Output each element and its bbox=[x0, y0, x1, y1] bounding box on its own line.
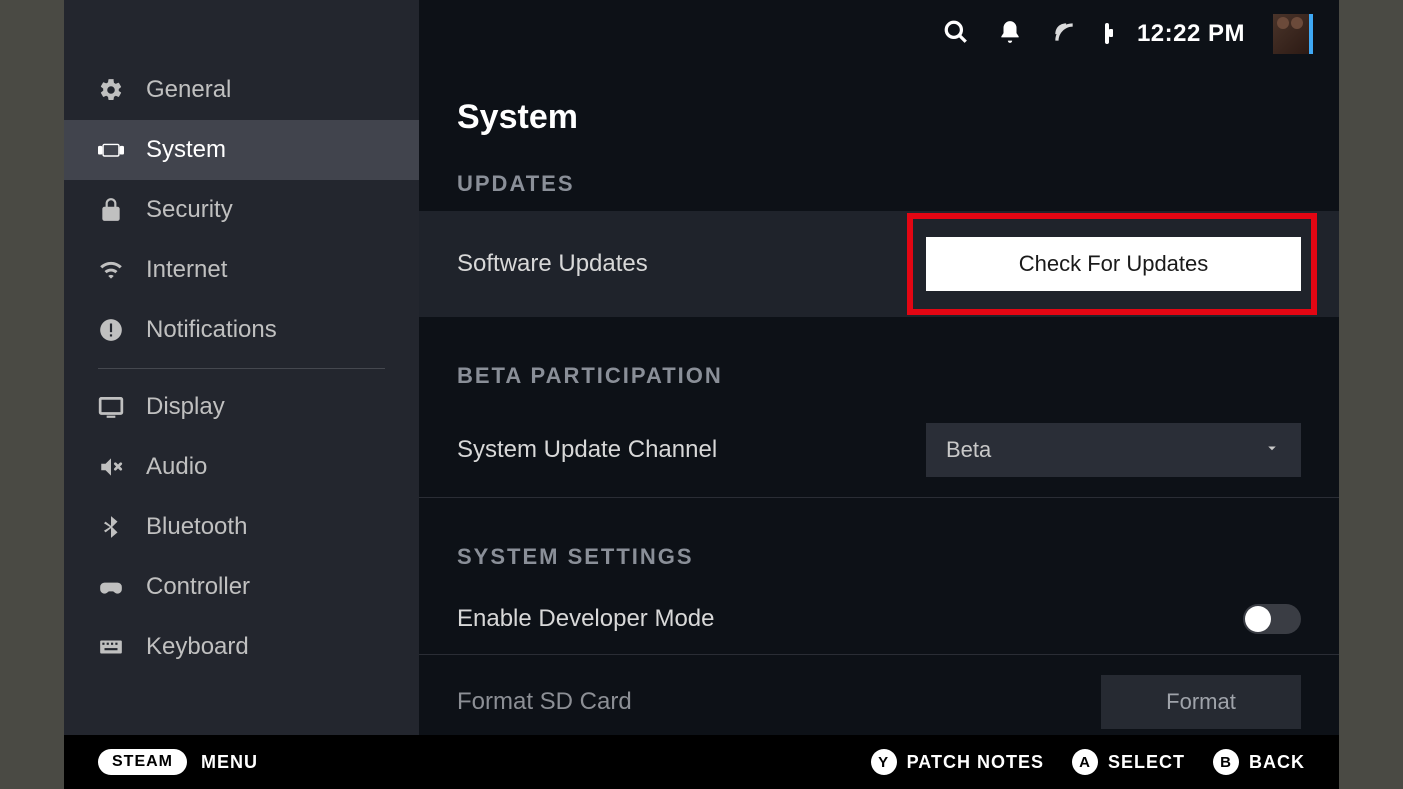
page-title: System bbox=[419, 68, 1339, 159]
display-icon bbox=[98, 394, 124, 420]
format-sd-label: Format SD Card bbox=[457, 688, 632, 716]
clock: 12:22 PM bbox=[1137, 20, 1245, 48]
section-header-system-settings: SYSTEM SETTINGS bbox=[419, 532, 1339, 584]
sidebar-item-notifications[interactable]: Notifications bbox=[64, 300, 419, 360]
audio-muted-icon bbox=[98, 454, 124, 480]
battery-icon bbox=[1105, 25, 1109, 43]
sidebar-item-bluetooth[interactable]: Bluetooth bbox=[64, 497, 419, 557]
sidebar-item-audio[interactable]: Audio bbox=[64, 437, 419, 497]
bluetooth-icon bbox=[98, 514, 124, 540]
sidebar-item-label: General bbox=[146, 76, 231, 104]
b-action[interactable]: B BACK bbox=[1213, 749, 1305, 775]
sidebar-item-label: Bluetooth bbox=[146, 513, 247, 541]
settings-sidebar: General System Security Internet bbox=[64, 0, 419, 735]
sidebar-item-label: System bbox=[146, 136, 226, 164]
sidebar-item-system[interactable]: System bbox=[64, 120, 419, 180]
y-action-label: PATCH NOTES bbox=[907, 752, 1044, 773]
steamdeck-icon bbox=[98, 137, 124, 163]
a-action-label: SELECT bbox=[1108, 752, 1185, 773]
menu-label: MENU bbox=[201, 752, 258, 773]
row-software-updates: Software Updates Check For Updates bbox=[419, 211, 1339, 317]
software-updates-label: Software Updates bbox=[457, 250, 648, 278]
developer-mode-toggle[interactable] bbox=[1243, 604, 1301, 634]
steam-deck-settings-screen: General System Security Internet bbox=[64, 0, 1339, 789]
developer-mode-label: Enable Developer Mode bbox=[457, 605, 715, 633]
y-button-icon: Y bbox=[871, 749, 897, 775]
section-header-updates: UPDATES bbox=[419, 159, 1339, 211]
keyboard-icon bbox=[98, 634, 124, 660]
footer-right: Y PATCH NOTES A SELECT B BACK bbox=[871, 749, 1305, 775]
content-pane: 12:22 PM System UPDATES Software Updates… bbox=[419, 0, 1339, 735]
main-area: General System Security Internet bbox=[64, 0, 1339, 735]
search-icon[interactable] bbox=[943, 19, 969, 50]
format-sd-button[interactable]: Format bbox=[1101, 675, 1301, 729]
sidebar-item-label: Audio bbox=[146, 453, 207, 481]
sidebar-item-label: Security bbox=[146, 196, 233, 224]
controller-icon bbox=[98, 574, 124, 600]
sidebar-item-label: Notifications bbox=[146, 316, 277, 344]
sidebar-item-internet[interactable]: Internet bbox=[64, 240, 419, 300]
gear-icon bbox=[98, 77, 124, 103]
update-channel-value: Beta bbox=[946, 437, 991, 463]
network-icon[interactable] bbox=[1051, 19, 1077, 50]
sidebar-item-security[interactable]: Security bbox=[64, 180, 419, 240]
lock-icon bbox=[98, 197, 124, 223]
chevron-down-icon bbox=[1263, 437, 1281, 463]
check-for-updates-button[interactable]: Check For Updates bbox=[926, 237, 1301, 291]
a-button-icon: A bbox=[1072, 749, 1098, 775]
action-footer: STEAM MENU Y PATCH NOTES A SELECT B BACK bbox=[64, 735, 1339, 789]
row-update-channel: System Update Channel Beta bbox=[419, 403, 1339, 498]
a-action[interactable]: A SELECT bbox=[1072, 749, 1185, 775]
sidebar-item-label: Display bbox=[146, 393, 225, 421]
avatar[interactable] bbox=[1273, 14, 1313, 54]
sidebar-item-display[interactable]: Display bbox=[64, 377, 419, 437]
sidebar-divider bbox=[98, 368, 385, 369]
row-format-sd: Format SD Card Format bbox=[419, 655, 1339, 735]
footer-left: STEAM MENU bbox=[98, 749, 258, 775]
bell-icon[interactable] bbox=[997, 19, 1023, 50]
row-developer-mode: Enable Developer Mode bbox=[419, 584, 1339, 655]
status-bar: 12:22 PM bbox=[419, 0, 1339, 68]
sidebar-item-general[interactable]: General bbox=[64, 60, 419, 120]
y-action[interactable]: Y PATCH NOTES bbox=[871, 749, 1044, 775]
b-button-icon: B bbox=[1213, 749, 1239, 775]
update-channel-label: System Update Channel bbox=[457, 436, 717, 464]
alert-icon bbox=[98, 317, 124, 343]
sidebar-item-label: Keyboard bbox=[146, 633, 249, 661]
sidebar-item-keyboard[interactable]: Keyboard bbox=[64, 617, 419, 677]
update-channel-select[interactable]: Beta bbox=[926, 423, 1301, 477]
steam-button[interactable]: STEAM bbox=[98, 749, 187, 775]
sidebar-item-label: Internet bbox=[146, 256, 227, 284]
b-action-label: BACK bbox=[1249, 752, 1305, 773]
section-header-beta: BETA PARTICIPATION bbox=[419, 351, 1339, 403]
sidebar-item-controller[interactable]: Controller bbox=[64, 557, 419, 617]
sidebar-item-label: Controller bbox=[146, 573, 250, 601]
wifi-icon bbox=[98, 257, 124, 283]
